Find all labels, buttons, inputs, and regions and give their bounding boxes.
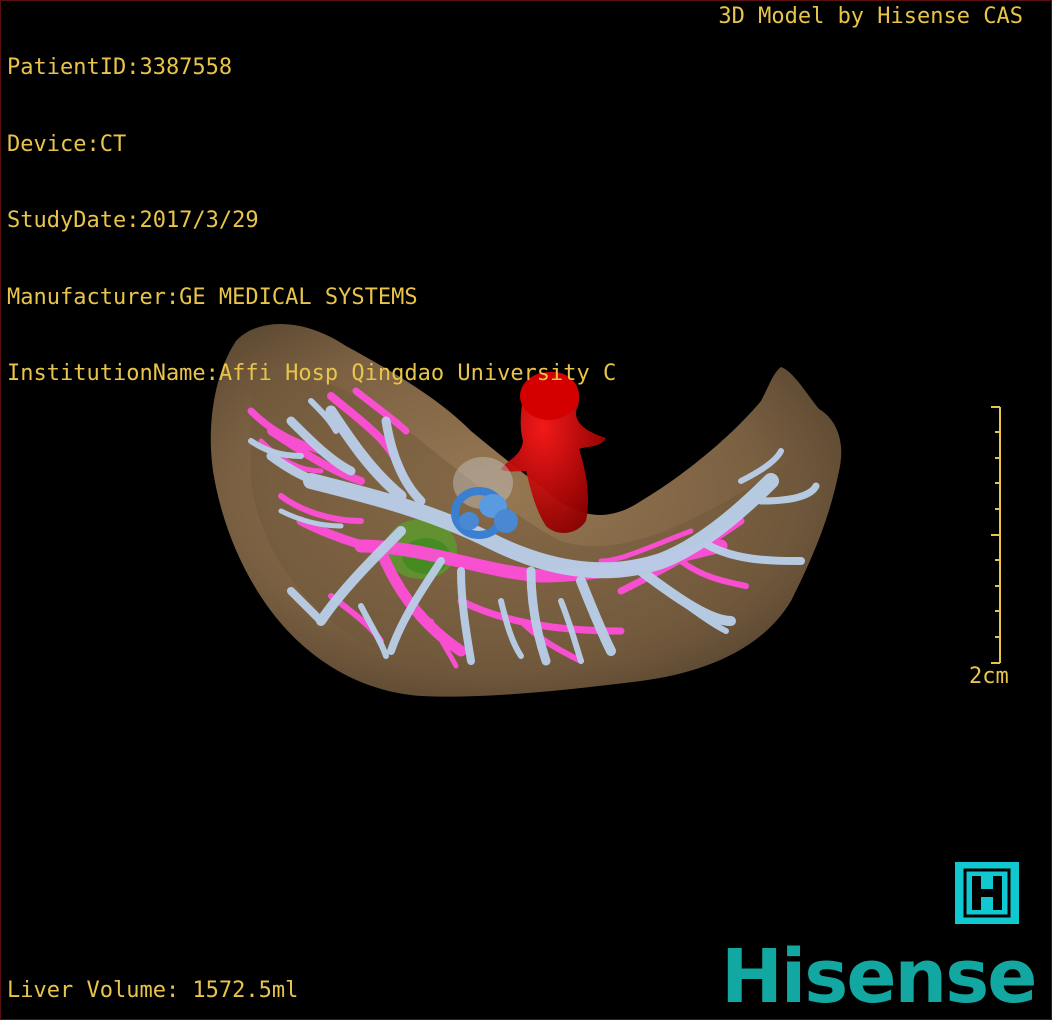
institution-label: InstitutionName:Affi Hosp Qingdao Univer… — [7, 361, 617, 386]
h-logo-icon — [955, 862, 1019, 924]
patient-id-label: PatientID:3387558 — [7, 55, 233, 80]
3d-viewport[interactable]: PatientID:3387558 Device:CT StudyDate:20… — [0, 0, 1052, 1020]
liver-volume-label: Liver Volume: 1572.5ml — [7, 978, 299, 1003]
scale-bar-label: 2cm — [969, 664, 1009, 689]
study-date-label: StudyDate:2017/3/29 — [7, 208, 259, 233]
device-label: Device:CT — [7, 131, 127, 157]
manufacturer-label: Manufacturer:GE MEDICAL SYSTEMS — [7, 284, 418, 310]
model-credit-label: 3D Model by Hisense CAS — [718, 4, 1023, 29]
dicom-metadata: PatientID:3387558 Device:CT StudyDate:20… — [7, 4, 616, 438]
hisense-logo: Hisense — [721, 934, 1037, 1020]
scale-bar — [991, 406, 1001, 664]
